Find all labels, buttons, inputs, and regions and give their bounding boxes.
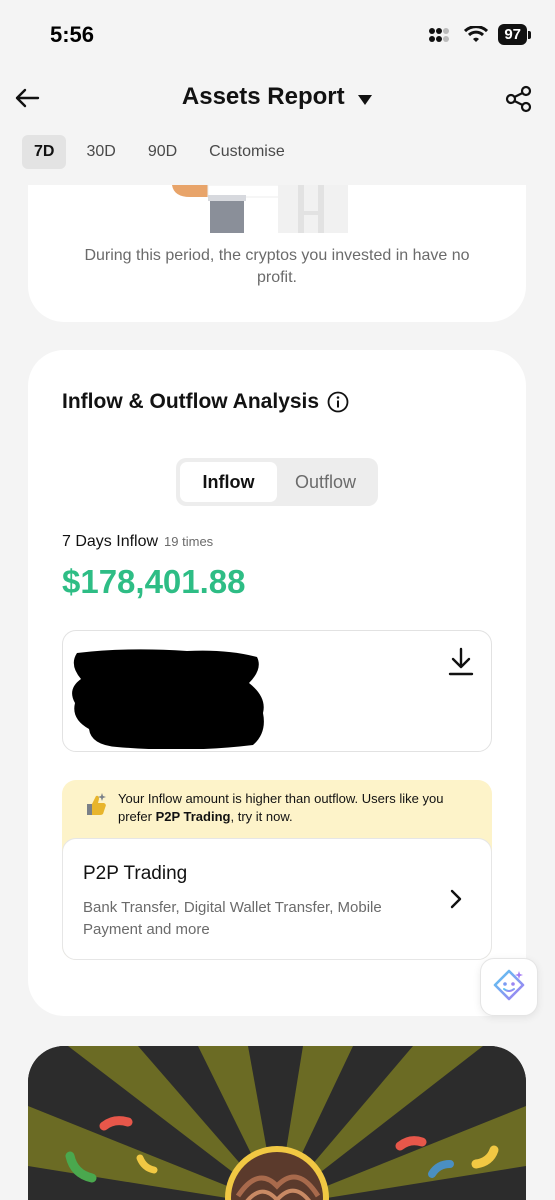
inflow-label: 7 Days Inflow 19 times (62, 533, 213, 551)
tab-7d[interactable]: 7D (22, 135, 67, 169)
battery-indicator: 97 (498, 24, 531, 45)
tab-customise[interactable]: Customise (197, 135, 297, 169)
inflow-chart-box (62, 630, 492, 752)
p2p-trading-card[interactable]: P2P Trading Bank Transfer, Digital Walle… (62, 838, 492, 960)
tab-30d[interactable]: 30D (74, 135, 127, 169)
outflow-toggle-button[interactable]: Outflow (277, 462, 374, 502)
tip-text: Your Inflow amount is higher than outflo… (118, 790, 462, 826)
period-tabs: 7D 30D 90D Customise (22, 135, 297, 169)
p2p-title: P2P Trading (83, 863, 188, 884)
no-profit-message: During this period, the cryptos you inve… (84, 247, 470, 286)
assistant-button[interactable] (480, 958, 538, 1016)
cellular-signal-icon (429, 27, 450, 42)
status-bar: 5:56 97 (0, 0, 555, 70)
status-time: 5:56 (50, 22, 95, 47)
promo-banner[interactable] (28, 1046, 526, 1200)
inflow-outflow-toggle: Inflow Outflow (176, 458, 378, 506)
recommendation-tip: Your Inflow amount is higher than outflo… (62, 780, 492, 960)
header: Assets Report (0, 75, 555, 123)
share-icon[interactable] (505, 85, 533, 113)
inflow-outflow-card: Inflow & Outflow Analysis Inflow Outflow… (28, 350, 526, 1016)
chevron-right-icon (450, 889, 462, 909)
status-icons: 97 (428, 24, 531, 45)
page-title: Assets Report (181, 83, 345, 110)
title-dropdown[interactable]: Assets Report (0, 83, 555, 111)
p2p-description: Bank Transfer, Digital Wallet Transfer, … (83, 899, 382, 938)
download-icon[interactable] (447, 647, 475, 677)
tip-highlight: P2P Trading (155, 809, 231, 824)
inflow-amount: $178,401.88 (62, 563, 246, 600)
section-title: Inflow & Outflow Analysis (62, 390, 349, 414)
section-title-text: Inflow & Outflow Analysis (62, 390, 320, 413)
no-profit-illustration (172, 185, 348, 233)
assistant-bot-icon (493, 969, 525, 1001)
info-icon[interactable] (327, 391, 349, 413)
no-profit-card: During this period, the cryptos you inve… (28, 185, 526, 322)
inflow-toggle-button[interactable]: Inflow (180, 462, 277, 502)
wifi-icon (464, 25, 489, 42)
redacted-scribble (72, 649, 264, 749)
inflow-times: 19 times (164, 534, 214, 549)
promo-sunburst-graphic (28, 1046, 526, 1200)
inflow-label-text: 7 Days Inflow (62, 533, 159, 550)
tip-text-after: , try it now. (230, 809, 293, 824)
tab-90d[interactable]: 90D (136, 135, 189, 169)
caret-down-icon (358, 94, 373, 105)
thumbs-up-icon (87, 793, 106, 815)
